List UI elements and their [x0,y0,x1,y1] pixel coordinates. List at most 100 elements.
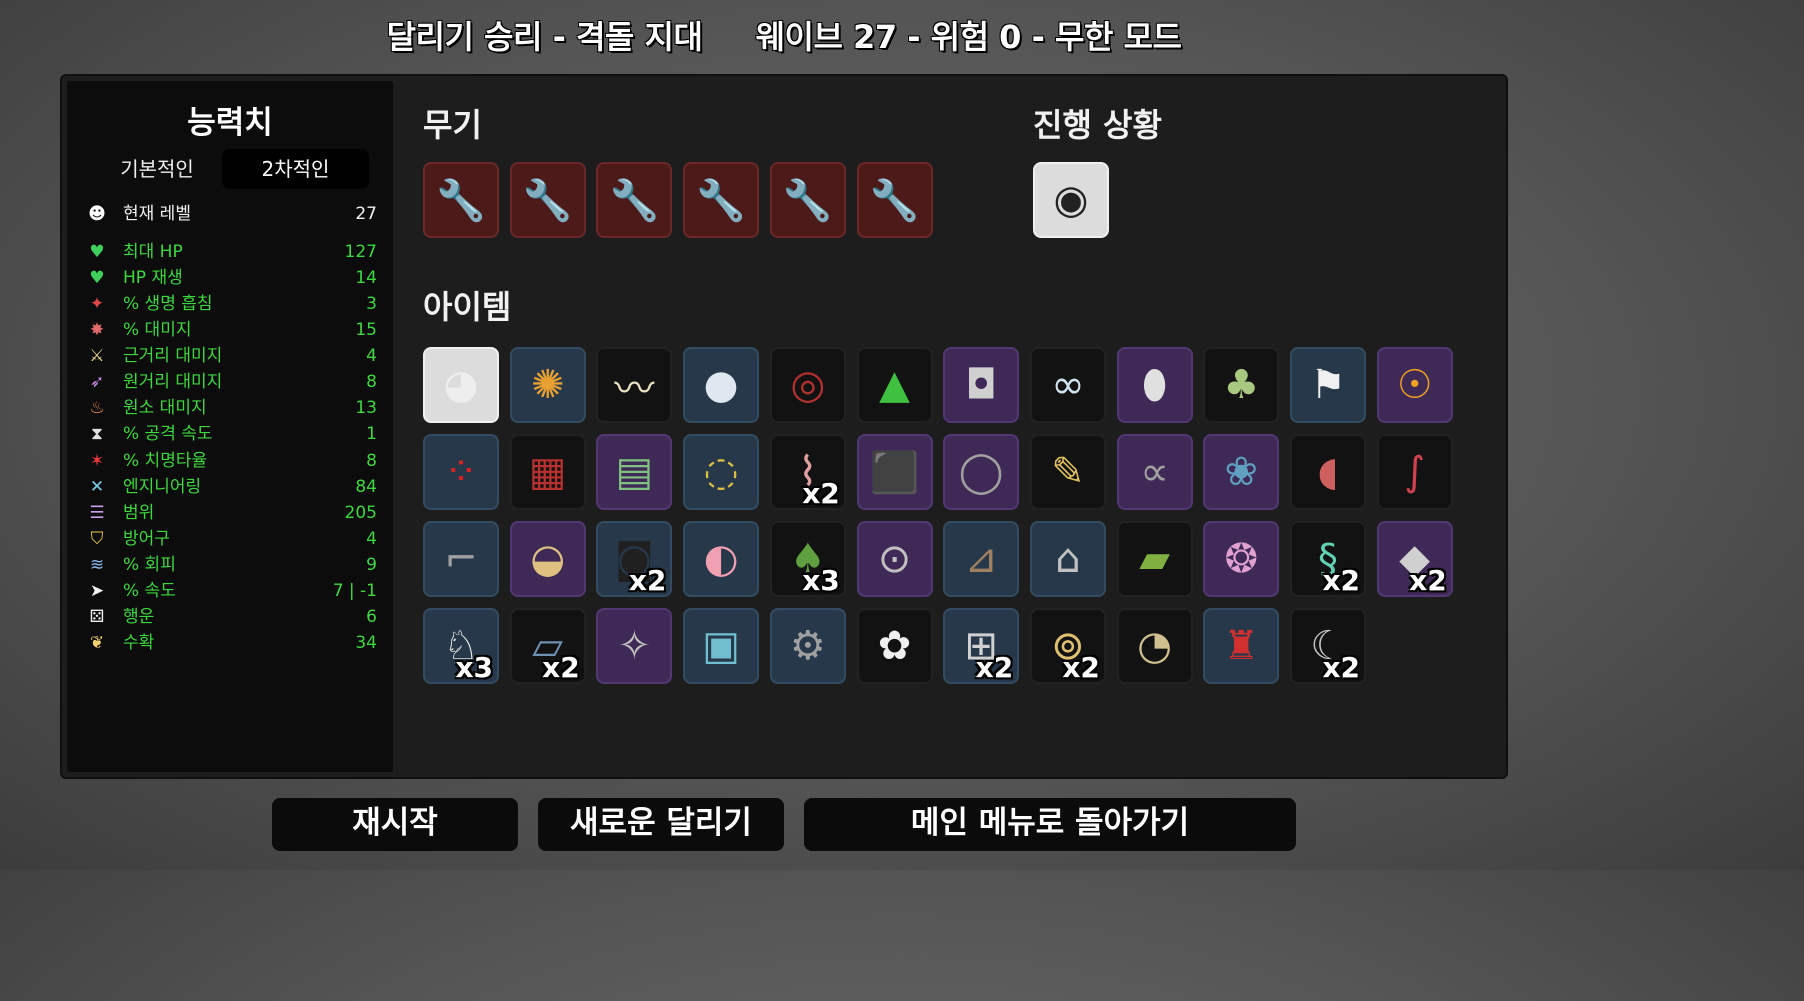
stat-row[interactable]: ☰ 범위 205 [85,500,377,526]
item-slot[interactable]: ∫ [1376,434,1453,510]
item-slot[interactable]: 〰 [596,347,673,423]
stat-row[interactable]: ✕ 엔지니어링 84 [85,474,377,500]
stat-row[interactable]: ⧗ % 공격 속도 1 [85,421,377,447]
item-count: x2 [628,564,667,597]
item-slot[interactable]: ⚙ [769,608,846,684]
item-slot[interactable]: ▦ [509,434,586,510]
item-slot[interactable]: ✎ [1029,434,1106,510]
item-slot[interactable]: ⊞ x2 [943,608,1020,684]
item-slot[interactable]: 🔧 [856,162,933,238]
stat-row[interactable]: ❦ 수확 34 [85,630,377,656]
item-slot[interactable]: ✧ [596,608,673,684]
item-slot[interactable]: ⚑ [1290,347,1366,423]
item-slot[interactable]: ◆ x2 [1376,521,1453,597]
stat-label: 근거리 대미지 [123,346,223,366]
item-slot[interactable]: ● [683,347,760,423]
item-slot[interactable]: ⌐ [423,521,499,597]
stat-row[interactable]: ≋ % 회피 9 [85,552,377,578]
item-slot[interactable]: 🔧 [596,162,673,238]
item-slot[interactable]: ⬛ [856,434,933,510]
item-slot[interactable]: ⬮ [1116,347,1193,423]
damage-icon: ✸ [89,320,105,340]
item-slot[interactable]: ◌ [683,434,760,510]
item-slot[interactable]: ◕ [423,347,499,423]
item-slot[interactable]: ◎ [769,347,846,423]
engineering-icon: ✕ [89,477,105,497]
stats-panel: 능력치 기본적인 2차적인 ☻ 현재 레벨 27 ♥ 최대 HP 127 ♥ HP 재생 14 ✦… [67,81,393,772]
item-slot[interactable]: ♘ x3 [423,608,499,684]
gift-box-icon: ▣ [702,623,740,669]
pencil-icon: ✎ [1051,449,1085,495]
restart-button[interactable]: 재시작 [272,798,518,851]
item-count: x2 [1322,651,1360,684]
item-slot[interactable]: ▤ [596,434,673,510]
item-slot[interactable]: ◖ [1290,434,1366,510]
item-slot[interactable]: ⁘ [423,434,499,510]
tab-basic-stats[interactable]: 기본적인 [97,149,217,189]
stat-row[interactable]: ✶ % 치명타율 8 [85,448,377,474]
tab-secondary-stats[interactable]: 2차적인 [222,149,369,189]
stat-label: 수확 [123,633,155,653]
white-flag-icon: ⚑ [1310,362,1346,408]
item-slot[interactable]: 🔧 [683,162,760,238]
item-slot[interactable]: 🔧 [509,162,586,238]
item-slot[interactable]: ✿ [856,608,933,684]
stat-row[interactable]: ✦ % 생명 흡침 3 [85,291,377,317]
stat-row[interactable]: ♨ 원소 대미지 13 [85,395,377,421]
stat-row[interactable]: ✸ % 대미지 15 [85,317,377,343]
pendant-icon: ◌ [703,449,739,495]
item-slot[interactable]: ◔ [1116,608,1193,684]
stat-row[interactable]: ⚔ 근거리 대미지 4 [85,343,377,369]
ranged-damage-icon: ➶ [89,372,105,392]
item-slot[interactable]: ⊿ [943,521,1020,597]
weapons-title: 무기 [423,106,482,144]
stat-row[interactable]: ⚄ 행운 6 [85,604,377,630]
stat-value: 8 [366,451,377,471]
stat-row[interactable]: ➶ 원거리 대미지 8 [85,369,377,395]
luck-icon: ⚄ [89,607,105,627]
main-panel: 능력치 기본적인 2차적인 ☻ 현재 레벨 27 ♥ 최대 HP 127 ♥ HP 재생 14 ✦… [62,76,1506,777]
item-slot[interactable]: ☾ x2 [1290,608,1366,684]
new-run-button[interactable]: 새로운 달리기 [538,798,784,851]
stat-row[interactable]: ➤ % 속도 7 | -1 [85,578,377,604]
stat-row[interactable]: ⛉ 방어구 4 [85,526,377,552]
item-slot[interactable]: ◘ [943,347,1020,423]
item-slot[interactable]: ❂ [1203,521,1280,597]
item-slot[interactable]: § x2 [1290,521,1366,597]
item-slot[interactable]: ♜ [1203,608,1280,684]
item-slot[interactable]: ⌂ [1029,521,1106,597]
main-menu-button[interactable]: 메인 메뉴로 돌아가기 [804,798,1296,851]
item-slot[interactable]: ☉ [1376,347,1453,423]
item-slot[interactable]: ◉ [1033,162,1109,238]
item-slot[interactable]: ✺ [509,347,586,423]
stat-row[interactable]: ☻ 현재 레벨 27 [85,201,377,227]
ghost-icon: ✿ [877,623,912,669]
item-slot[interactable]: ♣ [1203,347,1280,423]
item-slot[interactable]: 🔧 [423,162,499,238]
stat-row[interactable]: ♥ 최대 HP 127 [85,239,377,265]
stat-value: 3 [366,294,377,314]
item-slot[interactable]: ◙ x2 [596,521,673,597]
item-slot[interactable]: ∝ [1116,434,1193,510]
item-slot[interactable]: ▱ x2 [509,608,586,684]
item-slot[interactable]: ♠ x3 [769,521,846,597]
stat-value: 27 [355,204,377,224]
item-slot[interactable]: ▰ [1116,521,1193,597]
item-slot[interactable]: ❀ [1203,434,1280,510]
item-slot[interactable]: ⌇ x2 [769,434,846,510]
bottle-icon: ⬮ [1142,362,1168,408]
item-slot[interactable]: ▲ [856,347,933,423]
item-slot[interactable]: 🔧 [769,162,846,238]
item-slot[interactable]: ◯ [943,434,1020,510]
engineer-character-icon: ◉ [1053,177,1089,223]
item-slot[interactable]: ◐ [683,521,760,597]
item-slot[interactable]: ▣ [683,608,760,684]
item-slot[interactable]: ◒ [509,521,586,597]
stat-label: HP 재생 [123,268,183,288]
stat-label: % 치명타율 [123,451,208,471]
item-slot[interactable]: ⊚ x2 [1029,608,1106,684]
item-slot[interactable]: ⊙ [856,521,933,597]
stat-row[interactable]: ♥ HP 재생 14 [85,265,377,291]
wrench-icon: 🔧 [696,177,746,224]
item-slot[interactable]: ∞ [1029,347,1106,423]
